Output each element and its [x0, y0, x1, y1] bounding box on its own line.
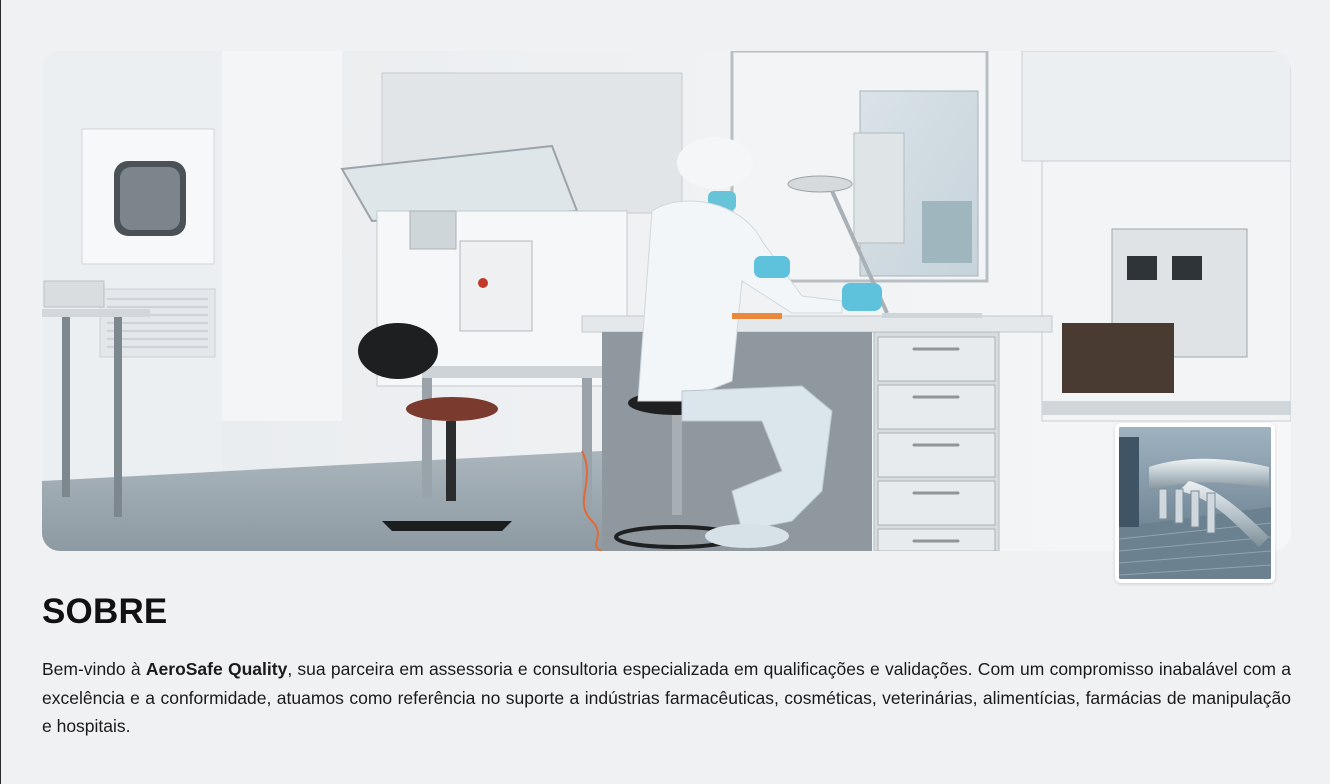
about-text-intro: Bem-vindo à [42, 659, 146, 679]
brand-name: AeroSafe Quality [145, 659, 288, 679]
hero-lab-image [42, 51, 1291, 551]
about-description: Bem-vindo à AeroSafe Quality, sua parcei… [42, 655, 1291, 741]
page: SOBRE Bem-vindo à AeroSafe Quality, sua … [0, 0, 1330, 784]
about-title: SOBRE [42, 592, 168, 631]
hvac-ductwork-thumbnail [1115, 423, 1275, 583]
